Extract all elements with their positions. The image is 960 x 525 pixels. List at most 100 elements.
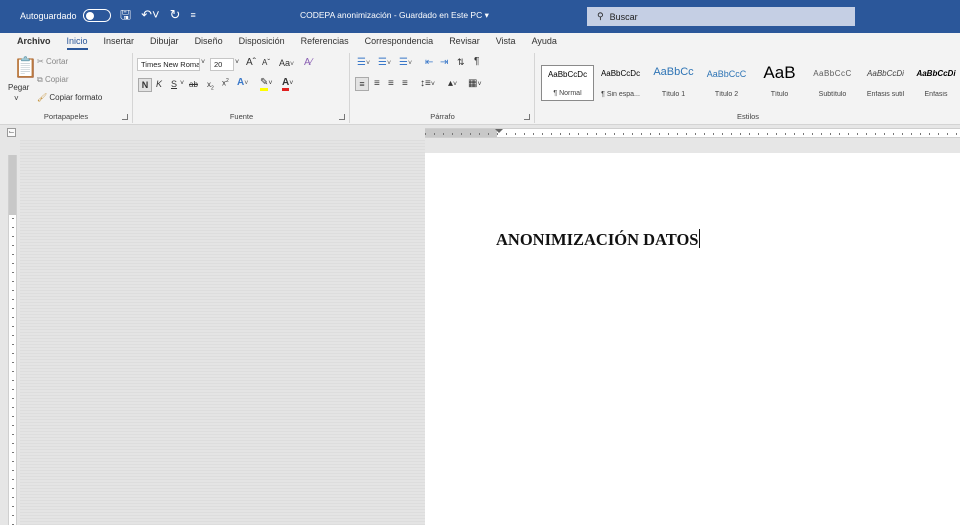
change-case-button[interactable]: Aa˅ [279,58,294,68]
style-enfasis[interactable]: AaBbCcDi Énfasis [912,65,960,101]
copy-button[interactable]: ⧉ Copiar [37,75,69,85]
style-sample: AaB [763,63,796,82]
grow-font-icon[interactable]: Aˆ [246,57,256,68]
clear-formatting-icon[interactable]: A∕ [304,57,312,68]
tab-revisar[interactable]: Revisar [441,33,488,50]
save-icon[interactable]: 🖫 [120,6,131,24]
autosave-control[interactable]: Autoguardado [20,9,111,22]
document-heading[interactable]: ANONIMIZACIÓN DATOS [496,229,701,250]
style-sample: AaBbCcDi [867,69,904,78]
tab-referencias[interactable]: Referencias [293,33,357,50]
style-titulo[interactable]: AaB Título [753,63,806,101]
document-page[interactable]: ANONIMIZACIÓN DATOS [425,153,960,525]
search-box[interactable]: ⚲ Buscar [587,7,855,26]
strikethrough-button[interactable]: ab [189,80,198,89]
style-sample: AaBbCc [653,66,694,78]
ribbon-tabs: Archivo Inicio Insertar Dibujar Diseño D… [0,33,960,50]
style-normal[interactable]: AaBbCcDc ¶ Normal [541,65,594,101]
shrink-font-icon[interactable]: Aˇ [262,58,270,67]
undo-icon[interactable]: ↶˅ [141,6,159,24]
superscript-button[interactable]: x2 [222,78,229,88]
tab-correspondencia[interactable]: Correspondencia [357,33,442,50]
style-titulo-2[interactable]: AaBbCcC Título 2 [700,65,753,101]
scissors-icon: ✂ [37,57,44,66]
format-painter-button[interactable]: 🖌 Copiar formato [37,93,102,102]
tab-ayuda[interactable]: Ayuda [524,33,565,50]
text-effects-icon[interactable]: A˅ [237,77,248,88]
style-sin-espaciado[interactable]: AaBbCcDc ¶ Sin espa... [594,65,647,101]
redo-icon[interactable]: ↻ [170,6,181,24]
horizontal-ruler[interactable] [425,128,960,138]
style-sample: AaBbCcDc [600,69,641,78]
search-icon: ⚲ [597,11,604,21]
cut-button[interactable]: ✂ Cortar [37,57,68,66]
shading-icon[interactable]: ▴˅ [448,78,457,89]
underline-dropdown-icon[interactable]: ˅ [180,80,184,87]
ruler-row: ⌙ [0,126,960,139]
styles-gallery: AaBbCcDc ¶ Normal AaBbCcDc ¶ Sin espa...… [541,63,960,101]
increase-indent-icon[interactable]: ⇥ [440,57,448,68]
bullets-icon[interactable]: ☰˅ [357,57,370,68]
vertical-ruler[interactable] [8,155,17,525]
style-sample: AaBbCcDc [547,70,588,79]
search-placeholder: Buscar [609,11,638,22]
tab-insertar[interactable]: Insertar [96,33,143,50]
align-right-icon[interactable]: ≡ [388,78,394,89]
tab-selector-icon[interactable]: ⌙ [7,128,16,137]
justify-icon[interactable]: ≡ [402,78,408,89]
tab-archivo[interactable]: Archivo [0,33,59,50]
font-name-dropdown-icon[interactable]: ˅ [201,59,205,66]
style-name: Énfasis [924,91,948,98]
chevron-down-icon[interactable]: ˅ [14,94,19,103]
decrease-indent-icon[interactable]: ⇤ [425,57,433,68]
font-size-field[interactable]: 20 [210,58,234,71]
ruler-ticks [425,129,960,137]
tab-diseno[interactable]: Diseño [187,33,231,50]
style-subtitulo[interactable]: AaBbCcC Subtítulo [806,65,859,101]
borders-icon[interactable]: ▦˅ [468,78,482,89]
bold-button[interactable]: N [138,78,152,92]
line-spacing-icon[interactable]: ↕≡˅ [420,78,435,89]
dialog-launcher-icon[interactable] [524,114,530,120]
font-size-dropdown-icon[interactable]: ˅ [235,59,239,66]
paste-icon[interactable]: 📋 [13,57,38,79]
style-name: Título [770,91,789,98]
tab-vista[interactable]: Vista [488,33,524,50]
copy-icon: ⧉ [37,75,43,84]
font-name-field[interactable]: Times New Roma [137,58,200,71]
font-color-icon[interactable]: A˅ [282,77,293,91]
font-group-label: Fuente [229,112,254,121]
tab-inicio[interactable]: Inicio [59,33,96,50]
numbering-icon[interactable]: ☰˅ [378,57,391,68]
paste-button[interactable]: Pegar [8,83,29,92]
clipboard-group-label: Portapapeles [43,112,89,121]
indent-marker-icon[interactable] [495,129,503,133]
paragraph-group-label: Párrafo [430,112,455,121]
style-enfasis-sutil[interactable]: AaBbCcDi Énfasis sutil [859,65,912,101]
customize-icon[interactable]: ≡ [190,6,195,24]
align-center-icon[interactable]: ≡ [374,78,380,89]
paragraph-group: ☰˅ ☰˅ ☰˅ ⇤ ⇥ ⇅ ¶ ≡ ≡ ≡ ≡ ↕≡˅ ▴˅ ▦˅ Párra… [351,53,535,123]
style-name: Subtítulo [818,91,847,98]
autosave-label: Autoguardado [20,10,77,21]
tab-dibujar[interactable]: Dibujar [142,33,187,50]
dialog-launcher-icon[interactable] [122,114,128,120]
tab-disposicion[interactable]: Disposición [231,33,293,50]
underline-button[interactable]: S [171,79,177,89]
chevron-down-icon[interactable]: ▾ [485,10,489,20]
dialog-launcher-icon[interactable] [339,114,345,120]
show-marks-icon[interactable]: ¶ [474,56,479,67]
quick-access-toolbar: 🖫 ↶˅ ↻ ≡ [120,6,196,24]
style-name: ¶ Normal [553,90,582,97]
italic-button[interactable]: K [156,79,162,89]
vertical-ruler-top-margin [9,155,16,215]
align-left-icon[interactable]: ≡ [355,77,369,91]
multilevel-list-icon[interactable]: ☰˅ [399,57,412,68]
sort-icon[interactable]: ⇅ [457,57,465,68]
style-titulo-1[interactable]: AaBbCc Título 1 [647,65,700,101]
font-group: Times New Roma ˅ 20 ˅ Aˆ Aˇ Aa˅ A∕ N K S… [134,53,350,123]
subscript-button[interactable]: x2 [207,80,214,92]
autosave-toggle[interactable] [82,9,111,22]
highlight-icon[interactable]: ✎˅ [260,77,272,91]
style-sample: AaBbCcC [813,69,852,78]
